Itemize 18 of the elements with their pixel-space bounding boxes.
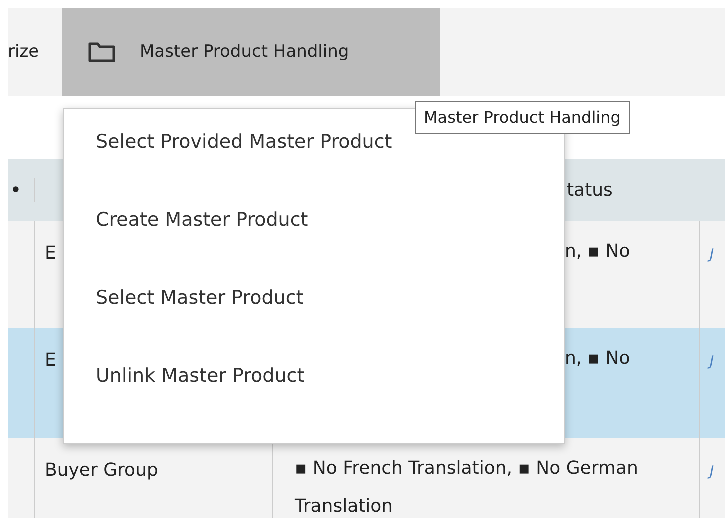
table-cell: J [710, 247, 714, 263]
table-cell-text: ▪ No French Translation, ▪ No German Translation [295, 457, 640, 518]
table-cell: E [45, 350, 56, 371]
table-cell: Buyer Group [45, 460, 158, 481]
tooltip: Master Product Handling [415, 101, 630, 134]
table-cell-text: n, ▪ No [564, 240, 632, 264]
menu-item[interactable]: Select Master Product [64, 287, 564, 365]
toolbar-label: rize [8, 42, 40, 62]
menu-item[interactable]: Create Master Product [64, 209, 564, 287]
table-cell: J [710, 464, 714, 480]
menu-item[interactable]: Select Provided Master Product [64, 131, 564, 209]
folder-icon [88, 41, 116, 63]
table-cell: J [710, 354, 714, 370]
column-header: tatus [566, 180, 613, 200]
column-header: • [9, 178, 22, 202]
table-cell: E [45, 243, 56, 264]
master-product-button[interactable]: Master Product Handling [62, 8, 440, 96]
table-row[interactable]: Buyer Group ▪ No French Translation, ▪ No German Translation J [8, 438, 725, 518]
